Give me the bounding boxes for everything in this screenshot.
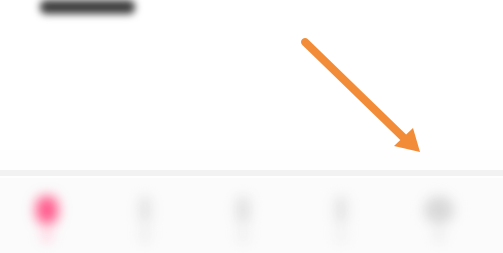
tab-third[interactable] (218, 186, 268, 246)
app-screen (0, 0, 503, 253)
tab-icon (335, 196, 347, 224)
tab-label (336, 228, 346, 242)
tab-home[interactable] (22, 186, 72, 246)
tab-icon (139, 196, 151, 224)
home-icon (36, 196, 58, 224)
title-text (40, 0, 135, 14)
tab-label (140, 228, 150, 242)
bottom-tab-bar (0, 178, 503, 253)
tab-profile[interactable] (414, 186, 464, 246)
tab-fourth[interactable] (316, 186, 366, 246)
divider (0, 170, 503, 176)
tab-icon (236, 196, 250, 224)
tab-second[interactable] (120, 186, 170, 246)
tab-label (238, 228, 248, 242)
tab-label (434, 228, 444, 242)
tab-label (42, 228, 52, 242)
profile-icon (424, 196, 454, 224)
content-panel (0, 0, 503, 150)
